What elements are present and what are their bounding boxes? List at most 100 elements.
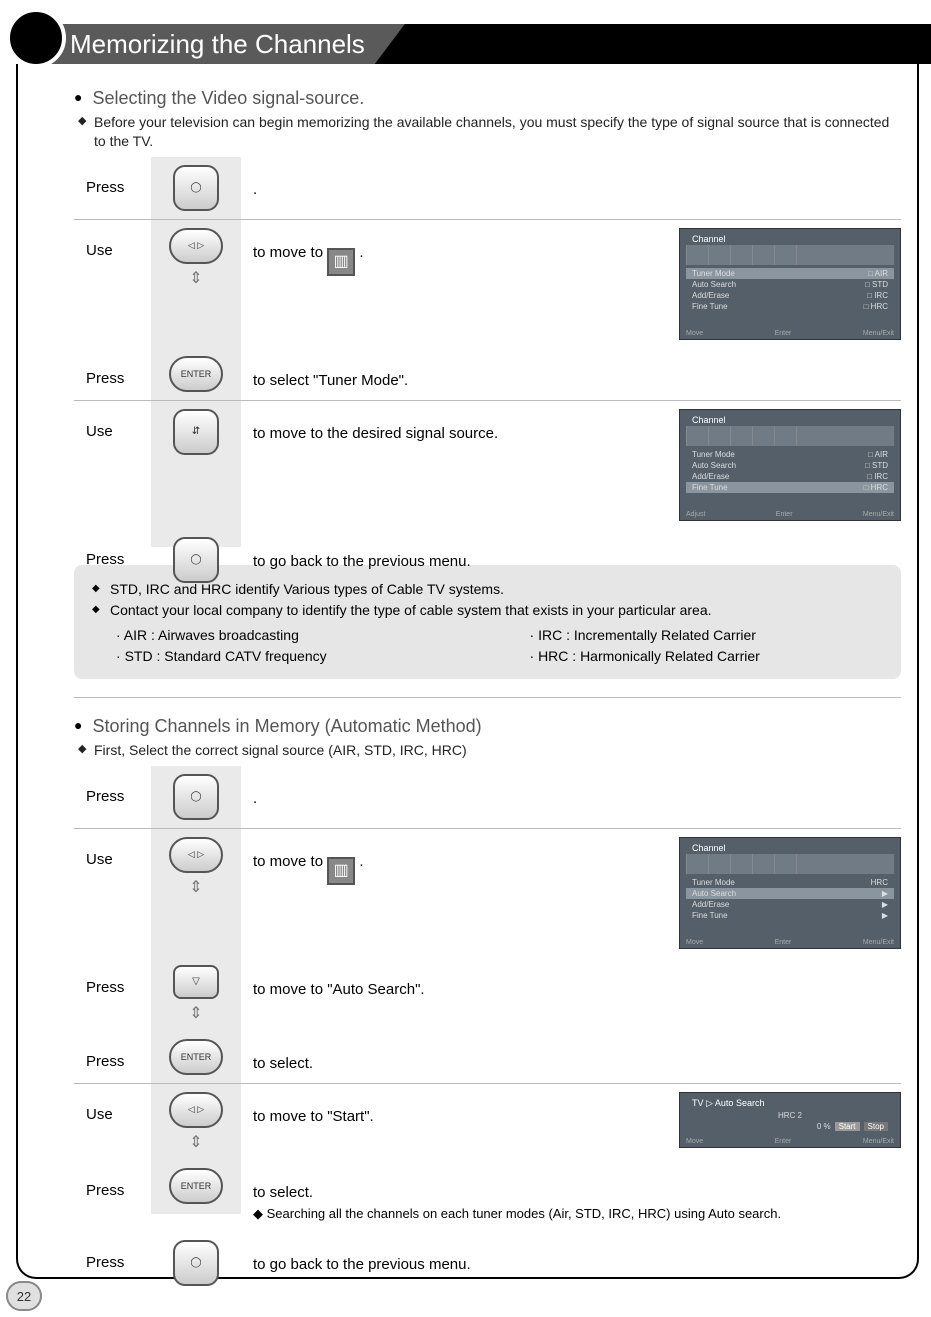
osd-opt: □ IRC (867, 472, 888, 481)
osd-thumbnail: Channel Tuner ModeHRC Auto Search▶ Add/E… (679, 837, 901, 949)
page-content: Selecting the Video signal-source. Befor… (74, 80, 901, 1214)
step-text: to move to "Start". (241, 1092, 679, 1127)
step-text: . (241, 165, 901, 200)
osd-foot: Menu/Exit (863, 330, 894, 337)
step-label: Press (74, 1168, 151, 1199)
osd-opt: □ HRC (864, 483, 888, 492)
def-item: HRC : Harmonically Related Carrier (530, 646, 884, 667)
osd-stop-btn: Stop (864, 1122, 888, 1131)
up-down-icon: ⇕ (189, 268, 202, 288)
osd-title: Channel (692, 234, 726, 244)
osd-item: Fine Tune (692, 302, 728, 311)
left-right-button-icon: ◁ ▷ (169, 1092, 223, 1128)
osd-opt: □ AIR (868, 450, 888, 459)
step-text: . (241, 774, 901, 809)
osd-foot: Enter (775, 1138, 792, 1145)
def-item: STD : Standard CATV frequency (116, 646, 470, 667)
osd-foot: Menu/Exit (863, 939, 894, 946)
step-row: Press ◯ . (74, 766, 901, 829)
step-row: Press ENTER to select "Tuner Mode". (74, 348, 901, 401)
osd-screen: Channel Tuner Mode□ AIR Auto Search□ STD… (679, 228, 901, 340)
step-row: Press ◯ . (74, 157, 901, 220)
step-label: Press (74, 537, 151, 568)
osd-val: ▶ (882, 911, 888, 920)
step-label: Press (74, 1039, 151, 1070)
osd-start-btn: Start (835, 1122, 860, 1131)
osd-opt: □ IRC (867, 291, 888, 300)
osd-opt: □ STD (865, 461, 888, 470)
info-line: Contact your local company to identify t… (92, 600, 883, 621)
step-label: Press (74, 1240, 151, 1271)
down-button-icon: ▽ (173, 965, 219, 999)
osd-opt: □ HRC (864, 302, 888, 311)
section1-intro: Before your television can begin memoriz… (78, 113, 901, 151)
step-text: to move to "Auto Search". (241, 965, 901, 1000)
osd-val: HRC (871, 878, 888, 887)
osd-line: HRC 2 (778, 1111, 802, 1120)
step-label: Press (74, 965, 151, 996)
osd-title: TV ▷ Auto Search (692, 1098, 764, 1109)
step-text: to select "Tuner Mode". (241, 356, 901, 391)
osd-screen: Channel Tuner Mode□ AIR Auto Search□ STD… (679, 409, 901, 521)
osd-screen: TV ▷ Auto Search HRC 2 0 % Start Stop Mo… (679, 1092, 901, 1148)
menu-button-icon: ◯ (173, 1240, 219, 1286)
osd-thumbnail: Channel Tuner Mode□ AIR Auto Search□ STD… (679, 409, 901, 521)
osd-foot: Menu/Exit (863, 511, 894, 518)
section1-heading: Selecting the Video signal-source. (74, 88, 901, 109)
left-right-button-icon: ◁ ▷ (169, 837, 223, 873)
step-row: Press ENTER to select. (74, 1031, 901, 1084)
step-text: to go back to the previous menu. (241, 1240, 901, 1275)
section2-intro: First, Select the correct signal source … (78, 741, 901, 760)
def-item: IRC : Incrementally Related Carrier (530, 625, 884, 646)
step-label: Use (74, 837, 151, 868)
up-down-icon: ⇕ (189, 1132, 202, 1152)
osd-foot: Move (686, 939, 703, 946)
info-defs: AIR : Airwaves broadcasting STD : Standa… (92, 625, 883, 667)
osd-opt: □ AIR (868, 269, 888, 278)
step-label: Press (74, 356, 151, 387)
page-title: Memorizing the Channels (40, 24, 405, 64)
osd-foot: Enter (775, 330, 792, 337)
step-subtext: Searching all the channels on each tuner… (267, 1206, 781, 1221)
title-decor-circle (6, 8, 66, 68)
osd-foot: Adjust (686, 511, 705, 518)
osd-item: Tuner Mode (692, 269, 735, 278)
text-pre: to move to (253, 244, 327, 261)
osd-thumbnail: TV ▷ Auto Search HRC 2 0 % Start Stop Mo… (679, 1092, 901, 1148)
enter-button-icon: ENTER (169, 1168, 223, 1204)
step-text: to move to ▥ . (241, 228, 679, 276)
step-row: Press ◯ to go back to the previous menu. (74, 1232, 901, 1294)
step-label: Use (74, 1092, 151, 1123)
osd-val: ▶ (882, 900, 888, 909)
osd-item: Tuner Mode (692, 878, 735, 887)
step-text: to select. ◆ Searching all the channels … (241, 1168, 901, 1224)
step-row: Press ENTER to select. ◆ Searching all t… (74, 1160, 901, 1232)
osd-item: Add/Erase (692, 900, 729, 909)
step-text: to move to ▥ . (241, 837, 679, 885)
osd-item: Auto Search (692, 280, 736, 289)
step-row: Use ⇵ to move to the desired signal sour… (74, 401, 901, 529)
step-row: Use ◁ ▷ ⇕ to move to ▥ . Channel Tuner M… (74, 220, 901, 348)
up-down-icon: ⇕ (189, 877, 202, 897)
osd-item: Add/Erase (692, 291, 729, 300)
osd-title: Channel (692, 843, 726, 853)
osd-thumbnail: Channel Tuner Mode□ AIR Auto Search□ STD… (679, 228, 901, 340)
page-number: 22 (6, 1281, 42, 1311)
osd-title: Channel (692, 415, 726, 425)
text-post: . (359, 853, 363, 870)
step-label: Use (74, 228, 151, 259)
up-down-button-icon: ⇵ (173, 409, 219, 455)
def-item: AIR : Airwaves broadcasting (116, 625, 470, 646)
osd-foot: Move (686, 330, 703, 337)
left-right-button-icon: ◁ ▷ (169, 228, 223, 264)
menu-button-icon: ◯ (173, 537, 219, 583)
channel-menu-icon: ▥ (327, 248, 355, 276)
step-text: to move to the desired signal source. (241, 409, 679, 444)
step-label: Press (74, 165, 151, 196)
osd-foot: Move (686, 1138, 703, 1145)
osd-val: ▶ (882, 889, 888, 898)
osd-item: Tuner Mode (692, 450, 735, 459)
text-pre: to move to (253, 853, 327, 870)
osd-item: Fine Tune (692, 911, 728, 920)
osd-foot: Menu/Exit (863, 1138, 894, 1145)
